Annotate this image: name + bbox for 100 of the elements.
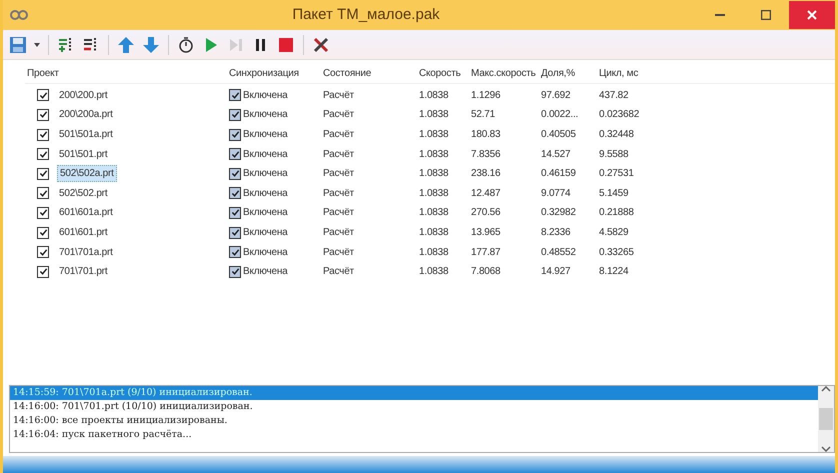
window-title: Пакет ТМ_малое.pak bbox=[291, 4, 441, 25]
table-cell-text: Включена bbox=[243, 108, 288, 122]
table-cell: 9.5588 bbox=[599, 148, 628, 160]
check-icon bbox=[230, 228, 240, 238]
scrollbar[interactable] bbox=[818, 386, 834, 452]
project-name[interactable]: 701\701.prt bbox=[57, 264, 110, 280]
table-cell: 270.56 bbox=[471, 207, 500, 218]
check-icon bbox=[38, 130, 48, 140]
app-icon bbox=[9, 8, 29, 22]
project-name[interactable]: 502\502a.prt bbox=[57, 165, 117, 182]
check-icon bbox=[230, 267, 240, 276]
table-cell-text: Включена bbox=[243, 206, 288, 220]
table-cell: 4.5829 bbox=[599, 227, 628, 238]
log-line[interactable]: 14:16:04: пуск пакетного расчёта... bbox=[10, 428, 818, 442]
project-checkbox[interactable] bbox=[37, 148, 49, 160]
column-header[interactable]: Цикл, мс bbox=[599, 66, 669, 81]
table-cell: Расчёт bbox=[323, 90, 354, 101]
sync-checkbox[interactable] bbox=[229, 266, 241, 278]
column-header[interactable]: Проект bbox=[25, 66, 229, 81]
table-cell: 0.21888 bbox=[599, 207, 634, 218]
project-checkbox[interactable] bbox=[37, 128, 49, 141]
table-cell: Расчёт bbox=[323, 227, 354, 238]
table-cell: 1.0838 bbox=[419, 246, 448, 258]
column-header[interactable]: Доля,% bbox=[541, 66, 599, 81]
table-cell-text: Включена bbox=[243, 265, 288, 280]
project-name[interactable]: 200\200.prt bbox=[57, 88, 110, 103]
table-cell: Расчёт bbox=[323, 266, 354, 278]
log-line[interactable]: 14:16:00: 701\701.prt (10/10) инициализирован. bbox=[10, 400, 818, 414]
table-cell: Расчёт bbox=[323, 207, 354, 218]
project-checkbox[interactable] bbox=[37, 168, 49, 180]
close-button[interactable] bbox=[789, 1, 835, 29]
column-header[interactable]: Состояние bbox=[323, 66, 419, 81]
project-checkbox[interactable] bbox=[37, 187, 49, 200]
table-cell: 5.1459 bbox=[599, 188, 628, 199]
table-cell: 0.33265 bbox=[599, 246, 634, 258]
table-cell: 1.0838 bbox=[419, 109, 448, 120]
table-cell: 14.527 bbox=[541, 148, 570, 160]
table-cell: 9.0774 bbox=[541, 188, 570, 199]
table-cell: 177.87 bbox=[471, 246, 500, 258]
scrollbar-thumb[interactable] bbox=[819, 408, 833, 430]
check-icon bbox=[38, 150, 48, 159]
project-checkbox[interactable] bbox=[37, 206, 49, 219]
sync-checkbox[interactable] bbox=[229, 108, 241, 121]
check-icon bbox=[38, 248, 48, 257]
table-cell: 1.0838 bbox=[419, 207, 448, 218]
check-icon bbox=[230, 248, 240, 257]
minimize-icon bbox=[715, 14, 725, 16]
table-cell-text: Включена bbox=[243, 88, 288, 103]
tools-icon bbox=[312, 36, 330, 54]
table-cell: Расчёт bbox=[323, 168, 354, 180]
project-checkbox[interactable] bbox=[37, 89, 49, 102]
project-name[interactable]: 501\501.prt bbox=[57, 146, 110, 162]
sync-checkbox[interactable] bbox=[229, 226, 241, 239]
column-header[interactable]: Скорость bbox=[419, 66, 471, 81]
sync-checkbox[interactable] bbox=[229, 89, 241, 102]
check-icon bbox=[230, 188, 240, 198]
column-header[interactable]: Макс.скорость bbox=[471, 66, 541, 81]
log-line[interactable]: 14:16:00: все проекты инициализированы. bbox=[10, 414, 818, 428]
save-icon bbox=[9, 36, 27, 54]
project-name[interactable]: 601\601.prt bbox=[57, 225, 110, 240]
sync-checkbox[interactable] bbox=[229, 206, 241, 219]
sync-checkbox[interactable] bbox=[229, 148, 241, 160]
check-icon bbox=[38, 169, 48, 178]
column-header[interactable]: Синхронизация bbox=[229, 66, 323, 81]
project-checkbox[interactable] bbox=[37, 108, 49, 121]
check-icon bbox=[38, 188, 48, 198]
project-checkbox[interactable] bbox=[37, 266, 49, 278]
check-icon bbox=[38, 208, 48, 218]
scroll-up-icon bbox=[821, 386, 831, 392]
table-cell: Расчёт bbox=[323, 188, 354, 199]
table-cell: 12.487 bbox=[471, 188, 500, 199]
table-cell: 8.1224 bbox=[599, 266, 628, 278]
sync-checkbox[interactable] bbox=[229, 128, 241, 141]
table-cell-text: Включена bbox=[243, 128, 288, 142]
table-cell: 437.82 bbox=[599, 90, 628, 101]
table-cell: 1.0838 bbox=[419, 227, 448, 238]
project-checkbox[interactable] bbox=[37, 246, 49, 258]
maximize-icon bbox=[761, 10, 771, 20]
table-cell: Расчёт bbox=[323, 129, 354, 140]
table-cell: 1.0838 bbox=[419, 129, 448, 140]
down-arrow-icon bbox=[142, 36, 160, 54]
check-icon bbox=[230, 130, 240, 140]
table-cell: 52.71 bbox=[471, 109, 496, 120]
project-name[interactable]: 501\501a.prt bbox=[57, 127, 115, 142]
sync-checkbox[interactable] bbox=[229, 246, 241, 258]
table-cell: 14.927 bbox=[541, 266, 570, 278]
check-icon bbox=[38, 267, 48, 276]
table-cell: 1.0838 bbox=[419, 188, 448, 199]
check-icon bbox=[38, 90, 48, 100]
project-name[interactable]: 601\601a.prt bbox=[57, 205, 115, 220]
check-icon bbox=[230, 208, 240, 218]
project-name[interactable]: 200\200a.prt bbox=[57, 107, 115, 122]
project-name[interactable]: 502\502.prt bbox=[57, 186, 110, 201]
caret-button[interactable] bbox=[32, 40, 42, 48]
table-cell: 0.32982 bbox=[541, 207, 576, 218]
sync-checkbox[interactable] bbox=[229, 168, 241, 180]
project-checkbox[interactable] bbox=[37, 226, 49, 239]
check-icon bbox=[230, 110, 240, 120]
sync-checkbox[interactable] bbox=[229, 187, 241, 200]
project-name[interactable]: 701\701a.prt bbox=[57, 244, 115, 260]
